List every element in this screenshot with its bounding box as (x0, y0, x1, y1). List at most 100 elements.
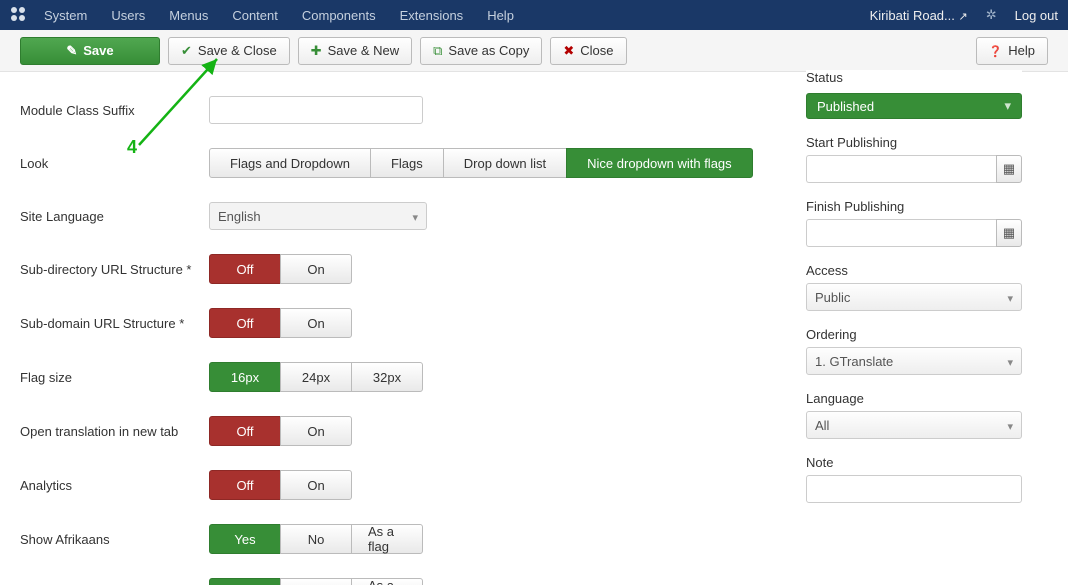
input-start-publishing[interactable] (806, 155, 996, 183)
save-copy-button[interactable]: Save as Copy (420, 37, 542, 65)
select-language[interactable]: All (806, 411, 1022, 439)
subdomain-off[interactable]: Off (209, 308, 281, 338)
input-note[interactable] (806, 475, 1022, 503)
albanian-yes[interactable]: Yes (209, 578, 281, 585)
input-finish-publishing[interactable] (806, 219, 996, 247)
newtab-off[interactable]: Off (209, 416, 281, 446)
label-language: Language (806, 391, 1022, 406)
close-icon (563, 43, 574, 59)
menu-system[interactable]: System (44, 8, 87, 23)
logout-link[interactable]: Log out (1015, 8, 1058, 23)
flag-24[interactable]: 24px (280, 362, 352, 392)
label-note: Note (806, 455, 1022, 470)
save-button[interactable]: Save (20, 37, 160, 65)
row-subdir: Sub-directory URL Structure * Off On (20, 254, 786, 284)
copy-icon (433, 43, 442, 59)
analytics-toggle: Off On (209, 470, 352, 500)
calendar-icon (1003, 161, 1015, 177)
label-site-language: Site Language (20, 209, 209, 224)
row-look: Look Flags and Dropdown Flags Drop down … (20, 148, 786, 178)
subdomain-on[interactable]: On (280, 308, 352, 338)
flag-size-toggle: 16px 24px 32px (209, 362, 423, 392)
row-flag-size: Flag size 16px 24px 32px (20, 362, 786, 392)
label-module-class-suffix: Module Class Suffix (20, 103, 209, 118)
subdomain-toggle: Off On (209, 308, 352, 338)
help-button[interactable]: Help (976, 37, 1048, 65)
label-analytics: Analytics (20, 478, 209, 493)
label-ordering: Ordering (806, 327, 1022, 342)
label-status: Status (806, 70, 1022, 88)
look-opt-3[interactable]: Nice dropdown with flags (566, 148, 753, 178)
row-subdomain: Sub-domain URL Structure * Off On (20, 308, 786, 338)
site-link[interactable]: Kiribati Road... (870, 8, 968, 23)
plus-icon (311, 43, 322, 59)
flag-32[interactable]: 32px (351, 362, 423, 392)
row-module-class-suffix: Module Class Suffix (20, 96, 786, 124)
select-ordering[interactable]: 1. GTranslate (806, 347, 1022, 375)
row-analytics: Analytics Off On (20, 470, 786, 500)
menu-components[interactable]: Components (302, 8, 376, 23)
main-menu: System Users Menus Content Components Ex… (44, 8, 514, 23)
select-status[interactable]: Published (806, 93, 1022, 119)
row-new-tab: Open translation in new tab Off On (20, 416, 786, 446)
newtab-toggle: Off On (209, 416, 352, 446)
pencil-icon (66, 43, 77, 59)
menu-content[interactable]: Content (232, 8, 278, 23)
look-options: Flags and Dropdown Flags Drop down list … (209, 148, 753, 178)
afrikaans-flag[interactable]: As a flag (351, 524, 423, 554)
analytics-on[interactable]: On (280, 470, 352, 500)
select-access[interactable]: Public (806, 283, 1022, 311)
calendar-finish-button[interactable] (996, 219, 1022, 247)
menu-extensions[interactable]: Extensions (400, 8, 464, 23)
external-icon (959, 8, 968, 23)
label-access: Access (806, 263, 1022, 278)
afrikaans-yes[interactable]: Yes (209, 524, 281, 554)
close-button[interactable]: Close (550, 37, 626, 65)
input-module-class-suffix[interactable] (209, 96, 423, 124)
label-flag-size: Flag size (20, 370, 209, 385)
albanian-toggle: Yes No As a flag (209, 578, 423, 585)
calendar-start-button[interactable] (996, 155, 1022, 183)
save-close-button[interactable]: Save & Close (168, 37, 290, 65)
subdir-toggle: Off On (209, 254, 352, 284)
sidebar: Status Published Start Publishing Finish… (806, 72, 1068, 585)
row-afrikaans: Show Afrikaans Yes No As a flag (20, 524, 786, 554)
menu-menus[interactable]: Menus (169, 8, 208, 23)
save-new-button[interactable]: Save & New (298, 37, 412, 65)
look-opt-2[interactable]: Drop down list (443, 148, 567, 178)
subdir-on[interactable]: On (280, 254, 352, 284)
label-look: Look (20, 156, 209, 171)
chevron-down-icon (1007, 290, 1013, 305)
help-icon (989, 43, 1003, 58)
newtab-on[interactable]: On (280, 416, 352, 446)
row-albanian: Show Albanian Yes No As a flag (20, 578, 786, 585)
flag-16[interactable]: 16px (209, 362, 281, 392)
menu-users[interactable]: Users (111, 8, 145, 23)
check-icon (181, 43, 192, 59)
analytics-off[interactable]: Off (209, 470, 281, 500)
chevron-down-icon (1004, 98, 1011, 114)
gear-icon[interactable] (986, 7, 997, 23)
afrikaans-toggle: Yes No As a flag (209, 524, 423, 554)
chevron-down-icon (1007, 418, 1013, 433)
label-subdomain: Sub-domain URL Structure * (20, 316, 209, 331)
albanian-no[interactable]: No (280, 578, 352, 585)
row-site-language: Site Language English (20, 202, 786, 230)
select-site-language[interactable]: English (209, 202, 427, 230)
look-opt-0[interactable]: Flags and Dropdown (209, 148, 371, 178)
menu-help[interactable]: Help (487, 8, 514, 23)
label-afrikaans: Show Afrikaans (20, 532, 209, 547)
albanian-flag[interactable]: As a flag (351, 578, 423, 585)
label-start-publishing: Start Publishing (806, 135, 1022, 150)
label-new-tab: Open translation in new tab (20, 424, 209, 439)
look-opt-1[interactable]: Flags (370, 148, 444, 178)
joomla-icon[interactable] (10, 6, 26, 25)
label-finish-publishing: Finish Publishing (806, 199, 1022, 214)
calendar-icon (1003, 225, 1015, 241)
top-navbar: System Users Menus Content Components Ex… (0, 0, 1068, 30)
chevron-down-icon (1007, 354, 1013, 369)
label-subdir: Sub-directory URL Structure * (20, 262, 209, 277)
action-toolbar: Save Save & Close Save & New Save as Cop… (0, 30, 1068, 72)
afrikaans-no[interactable]: No (280, 524, 352, 554)
subdir-off[interactable]: Off (209, 254, 281, 284)
